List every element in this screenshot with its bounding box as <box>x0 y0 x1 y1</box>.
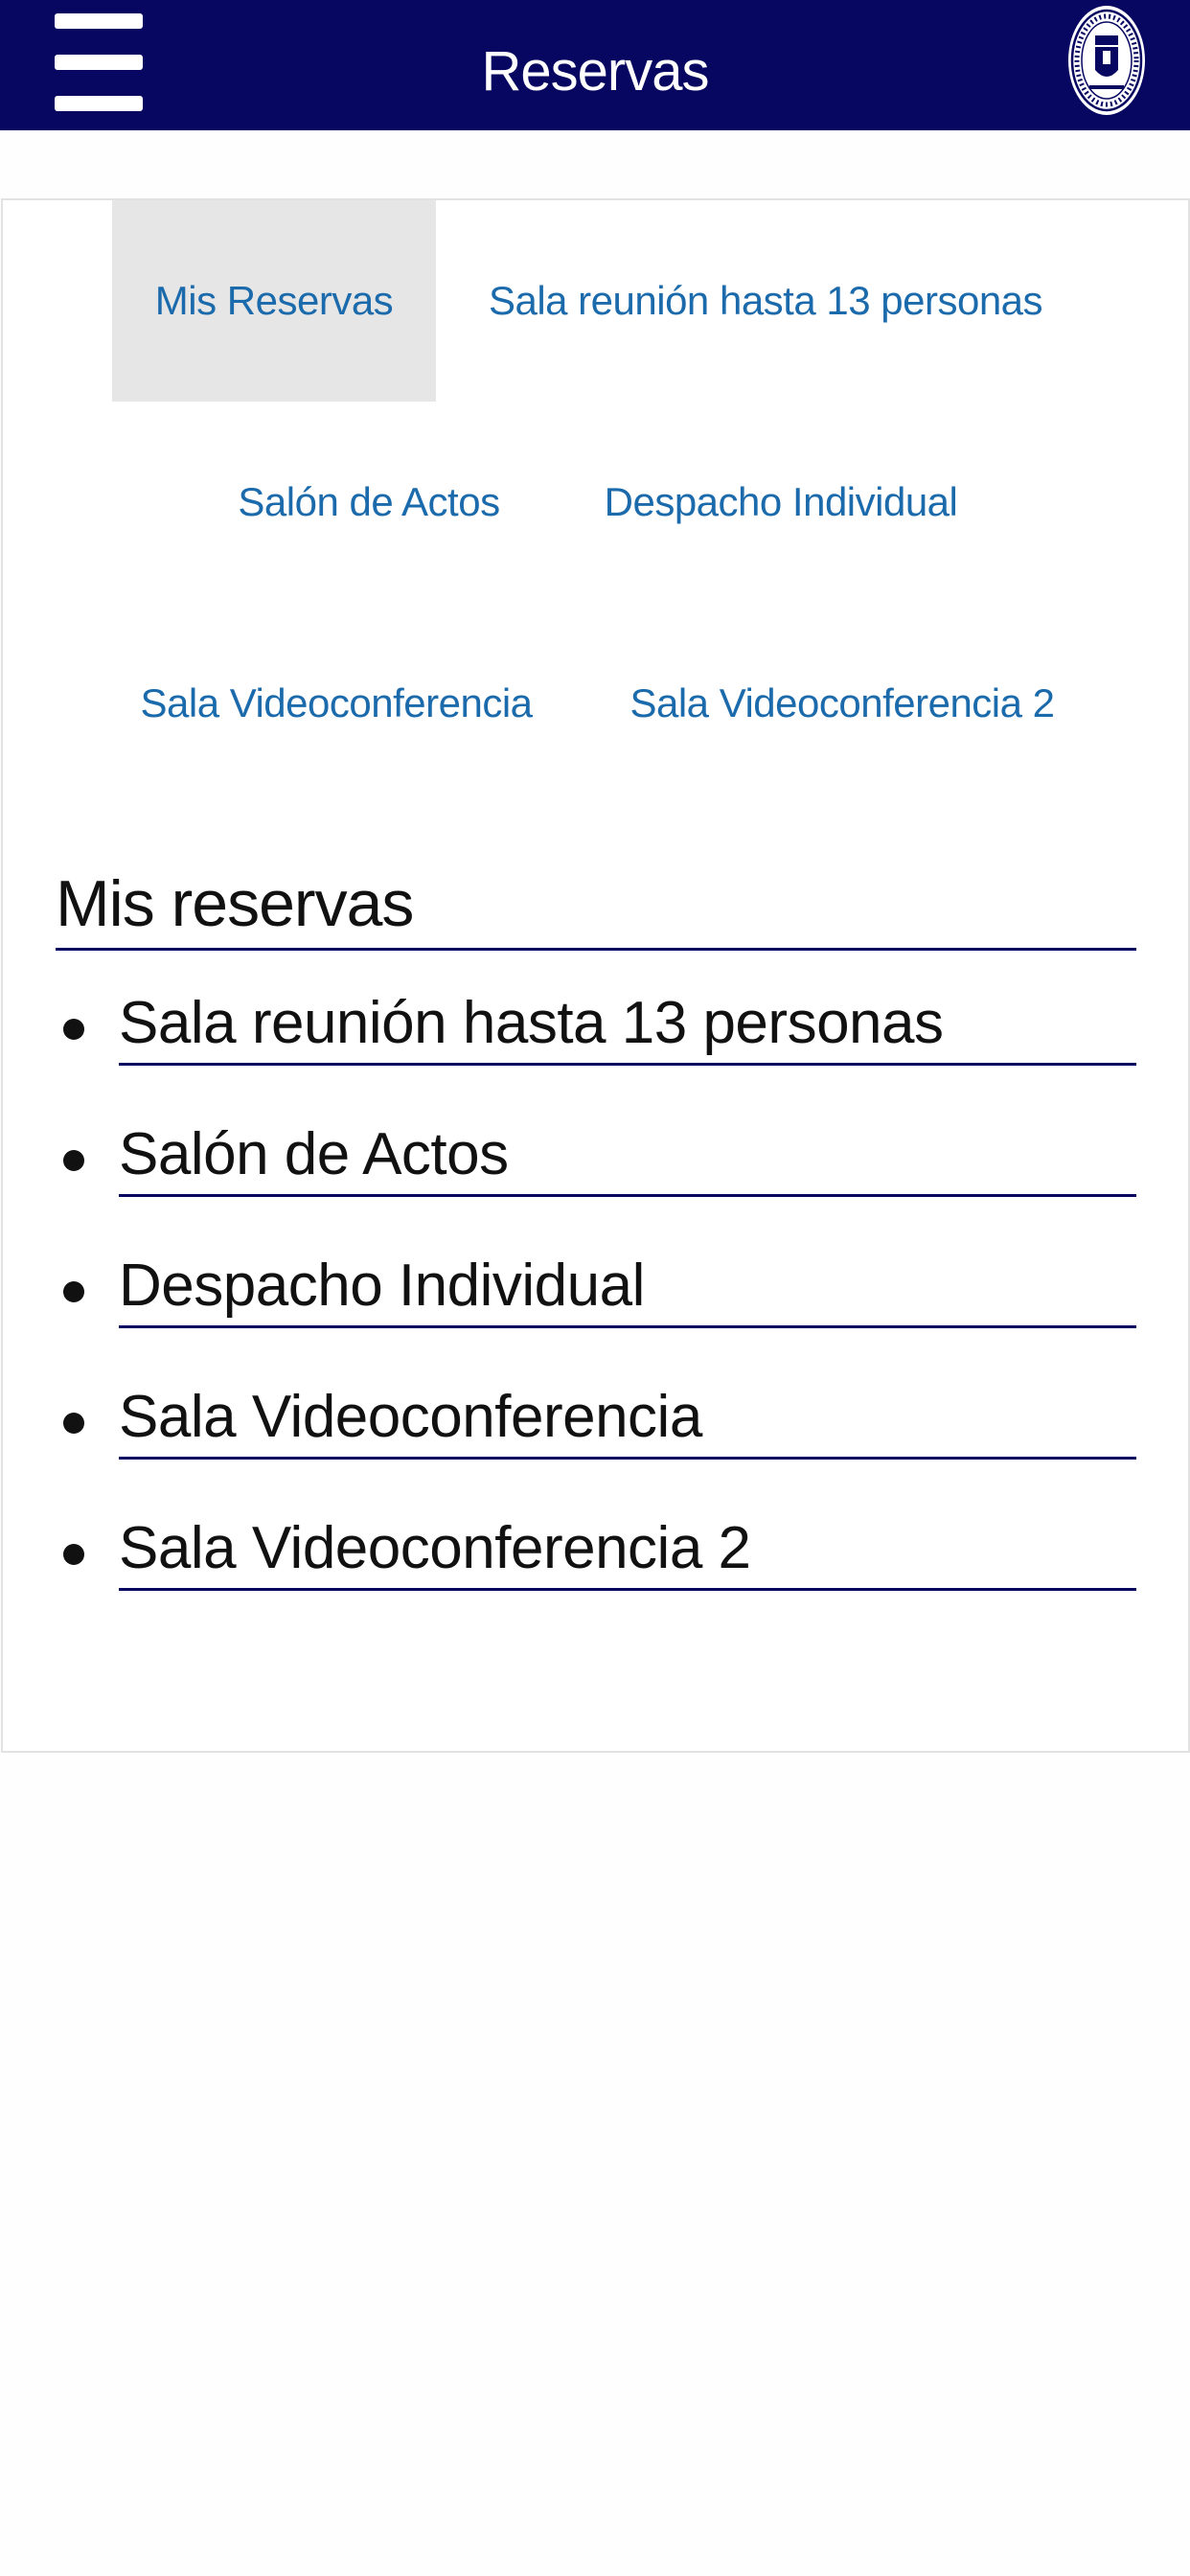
bullet-icon <box>63 1150 84 1171</box>
reservation-link[interactable]: Salón de Actos <box>119 1116 1136 1197</box>
tab-despacho-individual[interactable]: Despacho Individual <box>584 402 978 603</box>
reservations-panel: Mis reservas Sala reunión hasta 13 perso… <box>1 802 1190 1753</box>
bullet-icon <box>63 1019 84 1040</box>
bullet-icon <box>63 1413 84 1434</box>
list-item: Despacho Individual <box>3 1237 1188 1368</box>
list-item: Sala Videoconferencia 2 <box>3 1500 1188 1631</box>
menu-bar <box>55 13 143 29</box>
reservation-link[interactable]: Sala Videoconferencia 2 <box>119 1509 1136 1591</box>
reservation-link[interactable]: Sala reunión hasta 13 personas <box>119 984 1136 1066</box>
list-item: Sala reunión hasta 13 personas <box>3 975 1188 1106</box>
tab-sala-videoconferencia-2[interactable]: Sala Videoconferencia 2 <box>610 603 1074 804</box>
tab-sala-reunion[interactable]: Sala reunión hasta 13 personas <box>463 200 1068 402</box>
room-tabs-panel: Mis Reservas Sala reunión hasta 13 perso… <box>1 198 1190 806</box>
tab-sala-videoconferencia[interactable]: Sala Videoconferencia <box>118 603 555 804</box>
list-item: Sala Videoconferencia <box>3 1368 1188 1500</box>
bullet-icon <box>63 1281 84 1302</box>
tab-mis-reservas[interactable]: Mis Reservas <box>112 200 436 402</box>
bullet-icon <box>63 1544 84 1565</box>
page-title: Reservas <box>481 40 710 103</box>
section-title: Mis reservas <box>56 865 1136 951</box>
bar-association-seal-icon <box>1068 6 1145 115</box>
tab-salon-de-actos[interactable]: Salón de Actos <box>210 402 528 603</box>
reservation-link[interactable]: Sala Videoconferencia <box>119 1378 1136 1460</box>
reservation-link[interactable]: Despacho Individual <box>119 1247 1136 1328</box>
app-header: Reservas <box>0 0 1190 130</box>
list-item: Salón de Actos <box>3 1106 1188 1237</box>
